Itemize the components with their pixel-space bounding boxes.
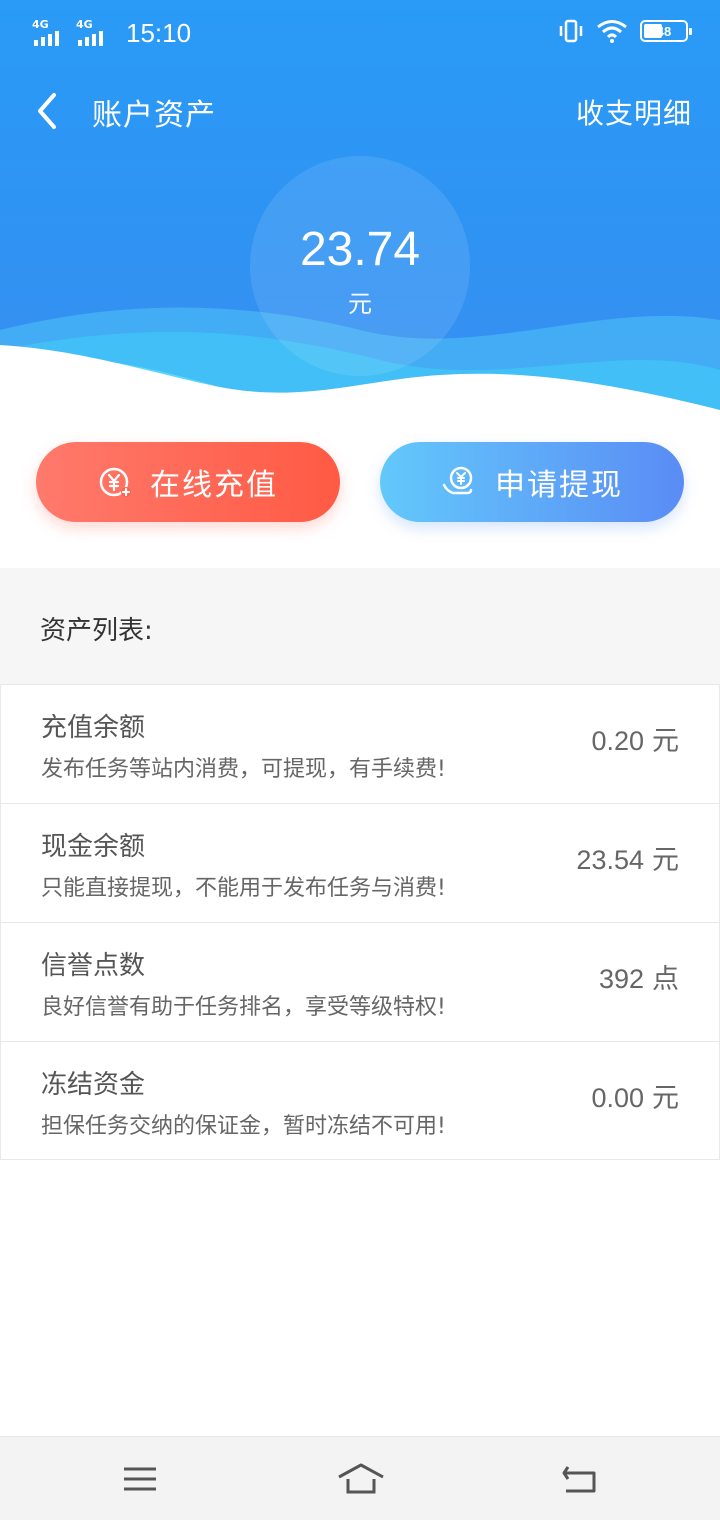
asset-name: 信誉点数	[41, 951, 146, 981]
yen-hand-icon	[442, 466, 473, 495]
nav-bar: 账户资产 收支明细	[0, 76, 720, 146]
battery-level: 48	[656, 23, 672, 39]
signal-label: 4G	[76, 18, 93, 31]
balance-circle: 23.74 元	[250, 156, 470, 376]
asset-value-unit: 点	[652, 964, 679, 995]
asset-row-cash-balance[interactable]: 现金余额 只能直接提现，不能用于发布任务与消费! 23.54 元	[0, 803, 720, 922]
home-button[interactable]	[336, 1457, 386, 1501]
asset-value-unit: 元	[652, 726, 679, 757]
asset-name: 冻结资金	[41, 1070, 146, 1100]
home-icon	[338, 1463, 384, 1494]
withdraw-label: 申请提现	[495, 468, 623, 503]
asset-value: 392 点	[599, 957, 679, 996]
asset-value: 0.00 元	[591, 1076, 679, 1115]
wifi-icon	[597, 20, 627, 43]
asset-description: 发布任务等站内消费，可提现，有手续费!	[41, 757, 446, 782]
asset-list-title: 资产列表:	[40, 616, 153, 646]
recharge-button[interactable]: 在线充值	[36, 442, 340, 522]
recharge-label: 在线充值	[150, 468, 278, 503]
menu-icon	[124, 1467, 156, 1491]
balance-amount: 23.74	[299, 223, 421, 276]
chevron-left-icon	[38, 93, 56, 129]
balance-unit: 元	[348, 290, 372, 318]
asset-list-header: 资产列表:	[0, 568, 720, 684]
asset-value-number: 0.00	[591, 1083, 644, 1113]
back-icon	[562, 1466, 596, 1493]
back-nav-button[interactable]	[558, 1457, 602, 1501]
battery-icon: 48	[640, 20, 692, 42]
asset-value-number: 0.20	[591, 726, 644, 756]
asset-value-unit: 元	[652, 1083, 679, 1114]
system-navigation-bar	[0, 1436, 720, 1520]
menu-button[interactable]	[118, 1457, 162, 1501]
asset-description: 良好信誉有助于任务排名，享受等级特权!	[41, 995, 446, 1020]
signal-icon: 4G	[76, 18, 112, 46]
status-bar: 4G 4G 15:10 48	[0, 0, 720, 66]
signal-label: 4G	[32, 18, 49, 31]
status-time: 15:10	[126, 17, 192, 48]
asset-value: 23.54 元	[576, 838, 679, 877]
asset-value-unit: 元	[652, 845, 679, 876]
asset-name: 现金余额	[41, 832, 146, 862]
transaction-detail-link[interactable]: 收支明细	[576, 92, 692, 132]
header-banner: 4G 4G 15:10 48 账户资产 收支明细 23.74 元	[0, 0, 720, 430]
vibrate-icon	[559, 19, 583, 43]
asset-row-credit-points[interactable]: 信誉点数 良好信誉有助于任务排名，享受等级特权! 392 点	[0, 922, 720, 1041]
page-title: 账户资产	[92, 98, 216, 133]
asset-row-frozen-funds[interactable]: 冻结资金 担保任务交纳的保证金，暂时冻结不可用! 0.00 元	[0, 1041, 720, 1160]
asset-value-number: 392	[598, 964, 644, 994]
asset-description: 只能直接提现，不能用于发布任务与消费!	[41, 876, 446, 901]
asset-value-number: 23.54	[576, 845, 644, 875]
asset-row-recharge-balance[interactable]: 充值余额 发布任务等站内消费，可提现，有手续费! 0.20 元	[0, 684, 720, 803]
signal-icon: 4G	[32, 18, 68, 46]
back-button[interactable]	[22, 86, 72, 136]
asset-description: 担保任务交纳的保证金，暂时冻结不可用!	[41, 1114, 446, 1139]
asset-value: 0.20 元	[591, 719, 679, 758]
asset-list: 充值余额 发布任务等站内消费，可提现，有手续费! 0.20 元 现金余额 只能直接…	[0, 684, 720, 1160]
withdraw-button[interactable]: 申请提现	[380, 442, 684, 522]
asset-name: 充值余额	[41, 713, 146, 743]
yen-coin-icon	[99, 467, 131, 497]
